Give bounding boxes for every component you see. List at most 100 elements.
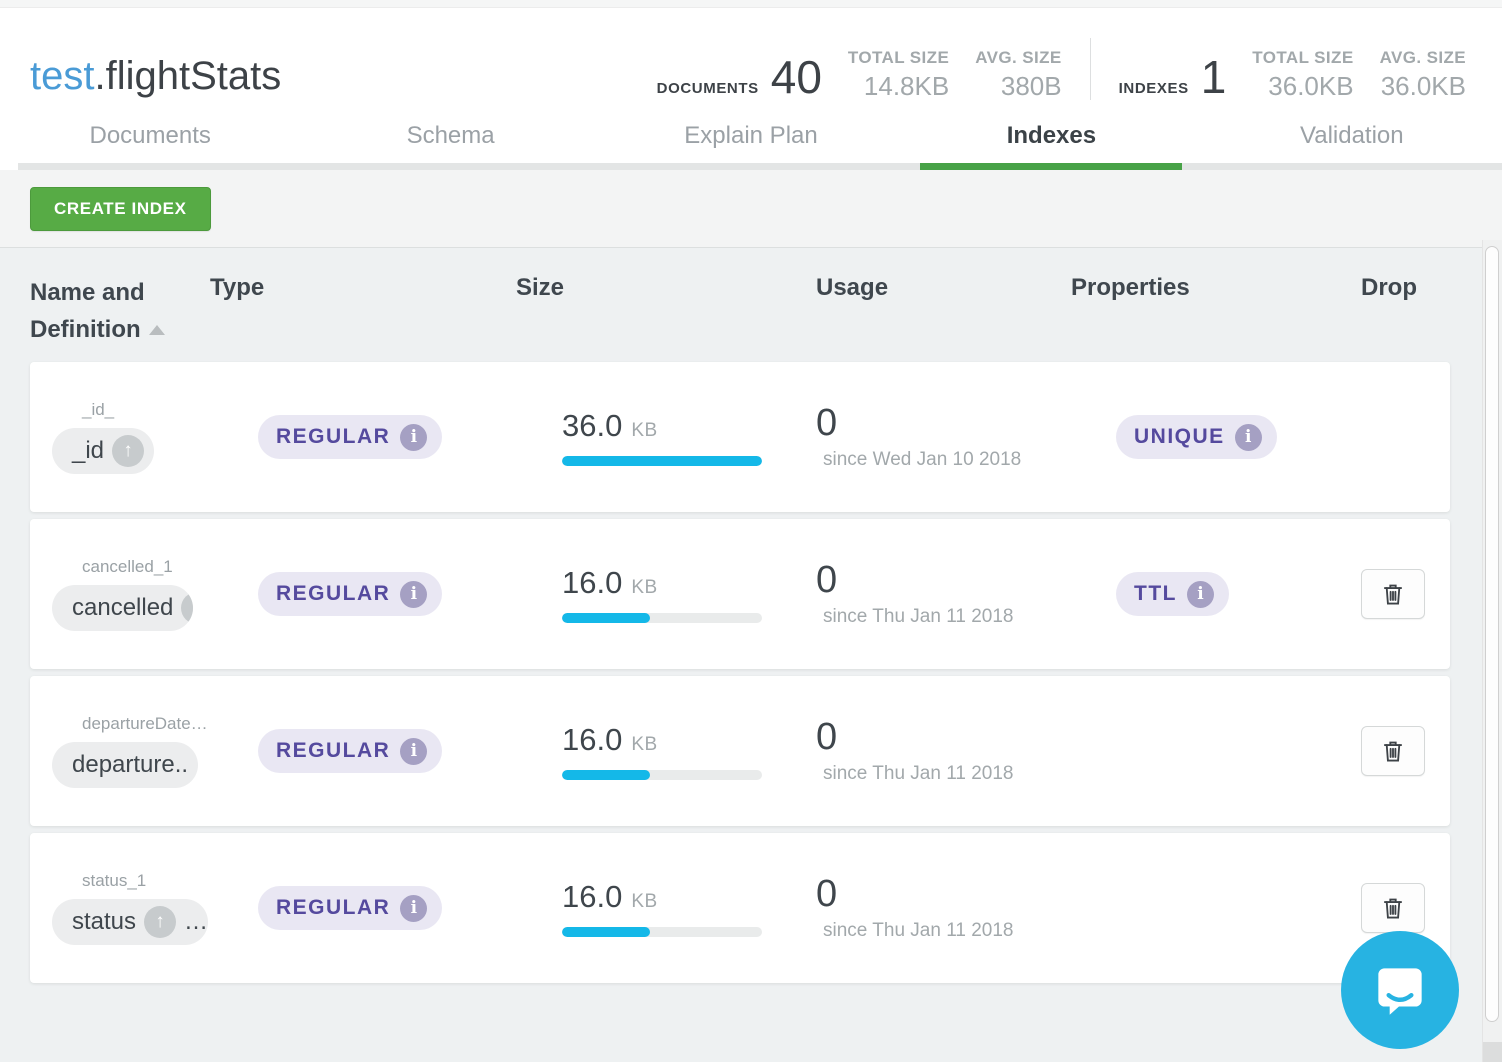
documents-total-size-label: TOTAL SIZE [848, 48, 949, 68]
scrollbar-thumb[interactable] [1485, 246, 1499, 1022]
indexes-avg-size-value: 36.0KB [1381, 71, 1466, 101]
intercom-chat-button[interactable] [1341, 931, 1459, 1049]
size-progress-bar [562, 456, 762, 466]
column-header-properties: Properties [1071, 274, 1361, 348]
type-badge-label: REGULAR [276, 582, 390, 606]
stats-divider [1090, 38, 1091, 100]
type-badge-label: REGULAR [276, 896, 390, 920]
info-icon[interactable]: i [400, 738, 427, 765]
index-size-cell: 16.0KB [516, 722, 816, 780]
arrow-up-icon: ↑ [181, 592, 193, 624]
index-usage-cell: 0 since Thu Jan 11 2018 [816, 560, 1071, 628]
documents-count: 40 [771, 54, 822, 100]
database-name: test [30, 54, 94, 98]
type-badge-label: REGULAR [276, 425, 390, 449]
index-size-cell: 16.0KB [516, 879, 816, 937]
tab-documents[interactable]: Documents [0, 116, 300, 170]
indexes-avg-size-label: AVG. SIZE [1380, 48, 1466, 68]
index-type-cell: REGULAR i [210, 886, 516, 930]
index-size-value: 36.0 [562, 408, 622, 444]
info-icon[interactable]: i [400, 424, 427, 451]
index-row-status: status_1 status ↑ … REGULAR i 16.0KB 0 si… [30, 833, 1450, 983]
info-icon[interactable]: i [400, 581, 427, 608]
usage-count: 0 [816, 717, 1071, 757]
drop-index-button[interactable] [1361, 726, 1425, 776]
tab-validation[interactable]: Validation [1202, 116, 1502, 170]
chat-bubble-icon [1367, 957, 1433, 1023]
usage-since: since Thu Jan 11 2018 [823, 920, 1071, 942]
drop-index-button[interactable] [1361, 883, 1425, 933]
index-size-unit: KB [631, 420, 657, 442]
column-header-drop: Drop [1361, 274, 1450, 348]
usage-since: since Thu Jan 11 2018 [823, 763, 1071, 785]
vertical-scrollbar[interactable] [1482, 240, 1502, 1062]
info-icon[interactable]: i [1235, 424, 1262, 451]
usage-count: 0 [816, 403, 1071, 443]
documents-avg-size-label: AVG. SIZE [975, 48, 1061, 68]
sort-asc-icon [149, 325, 165, 335]
documents-total-size-value: 14.8KB [864, 71, 949, 101]
index-row-departuredate: departureDate… departure.. REGULAR i 16.0… [30, 676, 1450, 826]
collection-title: test.flightStats [30, 50, 281, 102]
documents-label: DOCUMENTS [657, 80, 759, 97]
arrow-up-icon: ↑ [112, 435, 144, 467]
index-row-cancelled: cancelled_1 cancelled ↑ REGULARi 16.0KB … [30, 519, 1450, 669]
property-badge-unique: UNIQUE i [1116, 415, 1277, 459]
tab-schema[interactable]: Schema [300, 116, 600, 170]
documents-stat: DOCUMENTS 40 [657, 54, 822, 100]
index-table-header: Name and Definition Type Size Usage Prop… [30, 248, 1450, 362]
usage-since: since Thu Jan 11 2018 [823, 606, 1071, 628]
index-name: departureDate… [82, 714, 210, 734]
index-usage-cell: 0 since Wed Jan 10 2018 [816, 403, 1071, 471]
index-drop-cell [1361, 883, 1450, 933]
size-progress-fill [562, 927, 650, 937]
documents-avg-size-value: 380B [1001, 71, 1062, 101]
index-name: cancelled_1 [82, 557, 210, 577]
info-icon[interactable]: i [1187, 581, 1214, 608]
collection-name: .flightStats [94, 54, 281, 98]
create-index-button[interactable]: CREATE INDEX [30, 187, 211, 231]
indexes-avg-size: AVG. SIZE 36.0KB [1380, 48, 1466, 100]
drop-index-button[interactable] [1361, 569, 1425, 619]
indexes-total-size-label: TOTAL SIZE [1252, 48, 1353, 68]
index-definition-pill: departure.. [52, 742, 198, 788]
tab-indexes-label: Indexes [1007, 122, 1096, 149]
documents-total-size: TOTAL SIZE 14.8KB [848, 48, 949, 100]
index-name-cell: _id_ _id ↑ [30, 400, 210, 474]
info-icon[interactable]: i [400, 895, 427, 922]
trash-icon [1380, 895, 1406, 921]
tab-indexes[interactable]: Indexes [901, 116, 1201, 170]
index-field-name: departure.. [72, 751, 188, 779]
index-row-id: _id_ _id ↑ REGULAR i 36.0 KB 0 since Wed J… [30, 362, 1450, 512]
index-name: status_1 [82, 871, 210, 891]
type-badge-label: REGULAR [276, 739, 390, 763]
column-header-name-definition[interactable]: Name and Definition [30, 274, 180, 348]
tab-explain-plan[interactable]: Explain Plan [601, 116, 901, 170]
index-size-value: 16.0 [562, 565, 622, 601]
property-badge-label: TTL [1134, 582, 1177, 606]
index-type-cell: REGULAR i [210, 415, 516, 459]
size-progress-fill [562, 613, 650, 623]
type-badge: REGULAR i [258, 572, 442, 616]
index-size-unit: KB [631, 577, 657, 599]
index-field-name: cancelled [72, 594, 173, 622]
usage-since: since Wed Jan 10 2018 [823, 449, 1071, 471]
collection-header: test.flightStats DOCUMENTS 40 TOTAL SIZE… [0, 8, 1502, 170]
indexes-count: 1 [1201, 54, 1227, 100]
column-header-usage: Usage [816, 274, 1071, 348]
index-name: _id_ [82, 400, 210, 420]
index-definition-pill: _id ↑ [52, 428, 154, 474]
index-field-name: status [72, 908, 136, 936]
index-usage-cell: 0 since Thu Jan 11 2018 [816, 874, 1071, 942]
property-badge-ttl: TTL i [1116, 572, 1229, 616]
size-progress-bar [562, 770, 762, 780]
indexes-total-size: TOTAL SIZE 36.0KB [1252, 48, 1353, 100]
column-header-size: Size [516, 274, 816, 348]
index-definition-pill: status ↑ … [52, 899, 208, 945]
property-badge-label: UNIQUE [1134, 425, 1225, 449]
index-type-cell: REGULAR i [210, 572, 516, 616]
trash-icon [1380, 738, 1406, 764]
size-progress-bar [562, 927, 762, 937]
index-type-cell: REGULAR i [210, 729, 516, 773]
arrow-up-icon: ↑ [144, 906, 176, 938]
